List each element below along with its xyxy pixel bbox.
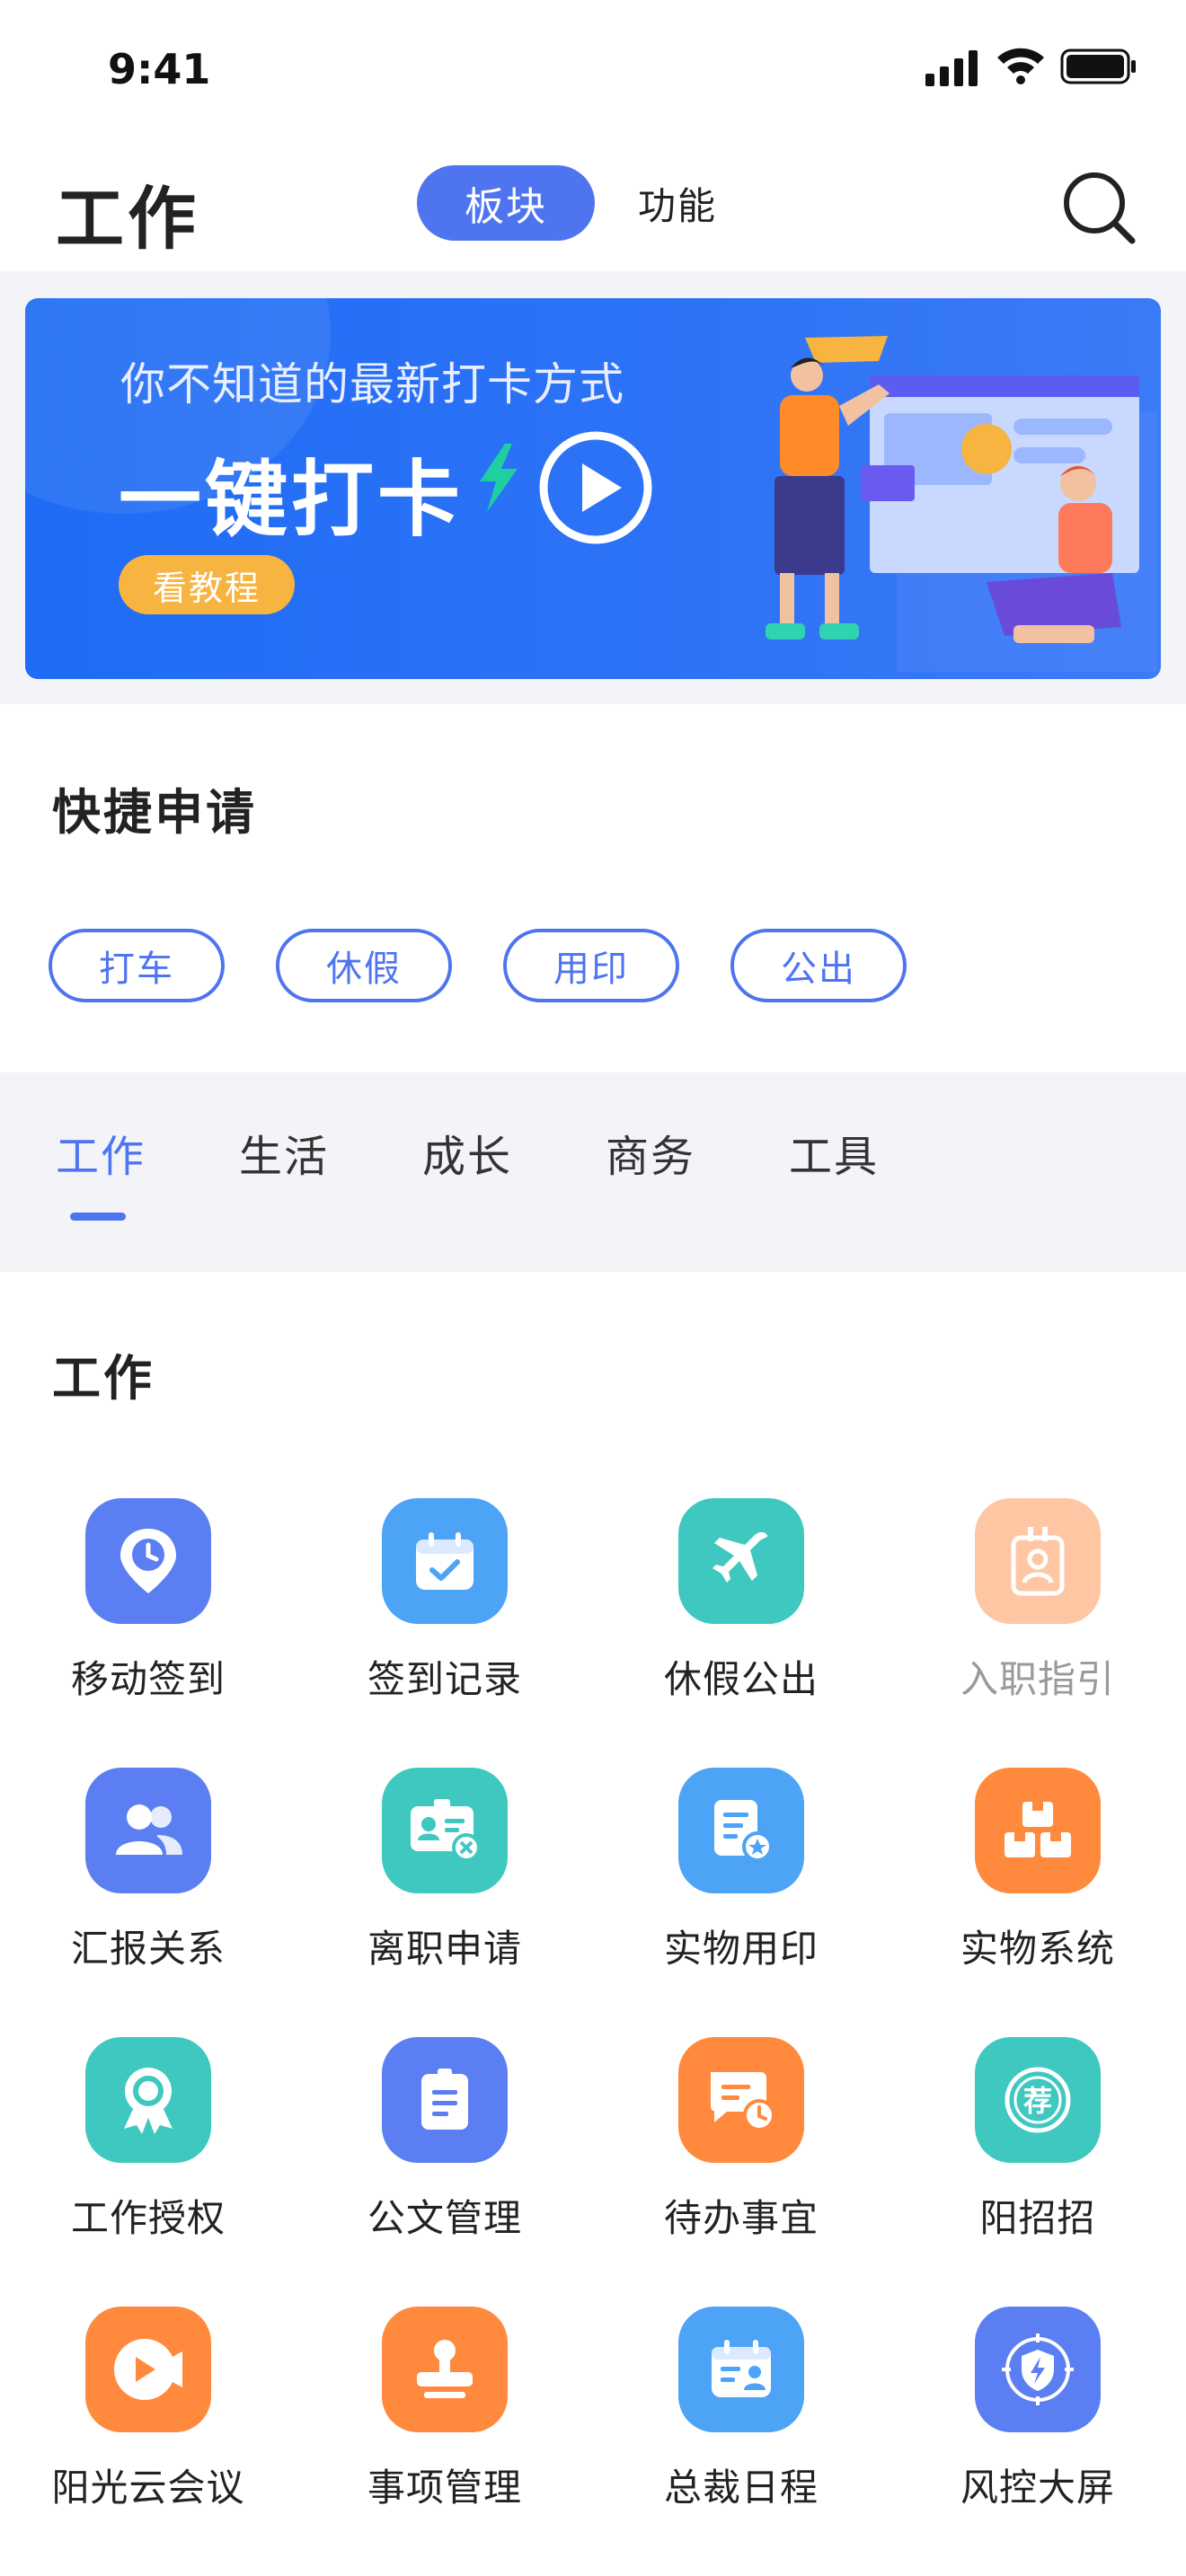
promo-banner[interactable]: 你不知道的最新打卡方式 一键打卡 看教程 [25, 298, 1161, 679]
app-physical-system[interactable]: 实物系统 [890, 1768, 1186, 2037]
shield-bolt-icon [975, 2307, 1101, 2432]
document-icon [382, 2037, 508, 2163]
app-president-schedule[interactable]: 总裁日程 [593, 2307, 890, 2576]
tab-active-indicator [70, 1213, 126, 1221]
play-icon[interactable] [537, 429, 654, 546]
banner-subtitle: 你不知道的最新打卡方式 [120, 358, 624, 410]
app-label: 工作授权 [70, 2196, 226, 2240]
document-seal-icon [678, 1768, 804, 1893]
badge-person-icon [975, 1498, 1101, 1624]
banner-headline: 一键打卡 [119, 452, 465, 548]
segment-functions[interactable]: 功能 [638, 176, 717, 231]
app-label: 离职申请 [367, 1927, 522, 1971]
recommend-badge-char: 荐 [1023, 2084, 1052, 2118]
wifi-icon [997, 48, 1044, 84]
app-mobile-checkin[interactable]: 移动签到 [0, 1498, 296, 1768]
app-label: 汇报关系 [70, 1927, 226, 1971]
app-label: 阳招招 [979, 2196, 1096, 2240]
id-card-cancel-icon [382, 1768, 508, 1893]
app-physical-seal[interactable]: 实物用印 [593, 1768, 890, 2037]
boxes-icon [975, 1768, 1101, 1893]
app-label: 公文管理 [367, 2196, 522, 2240]
app-resignation[interactable]: 离职申请 [296, 1768, 593, 2037]
banner-section: 你不知道的最新打卡方式 一键打卡 看教程 [0, 271, 1186, 704]
app-yangzhaozhao[interactable]: 荐 阳招招 [890, 2037, 1186, 2307]
calendar-person-icon [678, 2307, 804, 2432]
quick-apply-seal[interactable]: 用印 [503, 929, 679, 1002]
app-label: 签到记录 [367, 1657, 522, 1701]
app-header: 工作 板块 功能 [0, 144, 1186, 271]
app-onboarding-guide[interactable]: 入职指引 [890, 1498, 1186, 1768]
quick-apply-section: 快捷申请 打车 休假 用印 公出 [0, 704, 1186, 1072]
app-label: 实物系统 [960, 1927, 1115, 1971]
status-time: 9:41 [108, 45, 211, 93]
tab-tools[interactable]: 工具 [789, 1121, 879, 1184]
app-document-management[interactable]: 公文管理 [296, 2037, 593, 2307]
search-icon[interactable] [1060, 169, 1137, 246]
airplane-icon [678, 1498, 804, 1624]
calendar-check-icon [382, 1498, 508, 1624]
battery-icon [1060, 49, 1136, 84]
tab-business[interactable]: 商务 [606, 1121, 695, 1184]
app-label: 实物用印 [663, 1927, 819, 1971]
app-label: 总裁日程 [663, 2466, 819, 2510]
app-label: 移动签到 [70, 1657, 226, 1701]
app-label: 待办事宜 [663, 2196, 819, 2240]
app-leave-trip[interactable]: 休假公出 [593, 1498, 890, 1768]
quick-apply-taxi[interactable]: 打车 [49, 929, 225, 1002]
signal-icon [925, 50, 978, 86]
banner-illustration [766, 336, 1157, 672]
app-sunshine-cloud-meeting[interactable]: 阳光云会议 [0, 2307, 296, 2576]
tutorial-button[interactable]: 看教程 [119, 555, 295, 614]
segment-control: 板块 功能 [417, 165, 717, 241]
app-risk-control-screen[interactable]: 风控大屏 [890, 2307, 1186, 2576]
quick-apply-title: 快捷申请 [52, 784, 257, 841]
app-todo-items[interactable]: 待办事宜 [593, 2037, 890, 2307]
recommend-icon: 荐 [975, 2037, 1101, 2163]
work-section: 工作 移动签到 签到记录 休假公出 入职指引 汇报关系 离职申请 实物用印 实物… [0, 1272, 1186, 2576]
app-label: 阳光云会议 [51, 2466, 245, 2510]
app-matter-management[interactable]: 事项管理 [296, 2307, 593, 2576]
people-icon [85, 1768, 211, 1893]
quick-apply-business-trip[interactable]: 公出 [730, 929, 907, 1002]
location-clock-icon [85, 1498, 211, 1624]
tab-work[interactable]: 工作 [56, 1121, 146, 1184]
app-label: 休假公出 [663, 1657, 819, 1701]
app-checkin-record[interactable]: 签到记录 [296, 1498, 593, 1768]
app-label: 入职指引 [960, 1657, 1115, 1701]
category-tabs: 工作 生活 成长 商务 工具 [0, 1072, 1186, 1272]
status-bar: 9:41 [0, 0, 1186, 144]
app-work-authorization[interactable]: 工作授权 [0, 2037, 296, 2307]
award-ribbon-icon [85, 2037, 211, 2163]
work-section-title: 工作 [52, 1350, 155, 1407]
app-label: 事项管理 [367, 2466, 522, 2510]
lightning-icon [480, 444, 518, 512]
tab-life[interactable]: 生活 [239, 1121, 329, 1184]
message-clock-icon [678, 2037, 804, 2163]
app-label: 风控大屏 [960, 2466, 1115, 2510]
quick-apply-leave[interactable]: 休假 [276, 929, 452, 1002]
video-camera-icon [85, 2307, 211, 2432]
tab-growth[interactable]: 成长 [422, 1121, 512, 1184]
quick-apply-pills: 打车 休假 用印 公出 [49, 929, 958, 1002]
stamp-icon [382, 2307, 508, 2432]
app-reporting-relations[interactable]: 汇报关系 [0, 1768, 296, 2037]
page-title: 工作 [56, 179, 199, 259]
segment-blocks[interactable]: 板块 [417, 165, 595, 241]
